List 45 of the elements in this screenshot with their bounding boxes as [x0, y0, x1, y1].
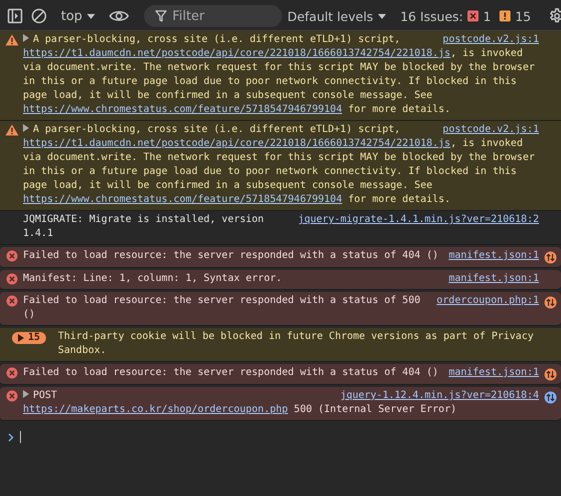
triangle-icon	[18, 334, 24, 342]
error-issue-icon	[467, 10, 480, 22]
warning-issue-icon	[499, 10, 512, 22]
caret-icon	[378, 14, 386, 18]
message-text: JQMIGRATE: Migrate is installed, version 1.4.1	[23, 213, 265, 241]
source-link[interactable]: manifest.json:1	[448, 249, 539, 263]
issues-button[interactable]: 16 Issues: 1 15	[397, 6, 538, 26]
url-link[interactable]: https://www.chromestatus.com/feature/5718547946799104	[23, 104, 342, 115]
context-dropdown[interactable]: top	[58, 6, 98, 26]
message-text: A parser-blocking, cross site (i.e. different eTLD+1) script, postcode.v2.js:1 https://t1.daumcdn.net/postcode/api/core/221018/1666013742754/221018.js, is invoked via document.write. The network request for this script MAY be blocked by the browser in this or a future page load due to poor network connectivity. If blocked in this page load, it will be confirmed in a subsequent console message. See https://www.chromestatus.com/feature/5718547946799104 for more details.	[23, 123, 539, 207]
message-text: Failed to load resource: the server responded with a status of 404 ()	[23, 249, 439, 263]
sidebar-icon	[7, 8, 23, 24]
url-link[interactable]: https://t1.daumcdn.net/postcode/api/core/221018/1666013742754/221018.js	[23, 138, 450, 149]
error-icon	[6, 273, 18, 285]
error-icon	[6, 367, 18, 379]
message-text: A parser-blocking, cross site (i.e. different eTLD+1) script, postcode.v2.js:1 https://t1.daumcdn.net/postcode/api/core/221018/1666013742754/221018.js, is invoked via document.write. The network request for this script MAY be blocked by the browser in this or a future page load due to poor network connectivity. If blocked in this page load, it will be confirmed in a subsequent console message. See https://www.chromestatus.com/feature/5718547946799104 for more details.	[23, 33, 539, 117]
error-icon	[6, 250, 18, 262]
caret-icon	[87, 14, 96, 18]
message-text: Third-party cookie will be blocked in future Chrome versions as part of Privacy Sandbox.	[58, 330, 535, 358]
url-link[interactable]: https://www.chromestatus.com/feature/5718547946799104	[23, 194, 342, 205]
eye-icon	[109, 9, 130, 23]
filter-icon	[155, 10, 168, 22]
filter-field[interactable]: Filter	[144, 5, 282, 27]
url-link[interactable]: https://makeparts.co.kr/shop/ordercoupon.php	[23, 404, 288, 415]
error-icon	[6, 295, 18, 307]
source-link[interactable]: jquery-1.12.4.min.js?ver=210618:4	[340, 389, 539, 403]
source-link[interactable]: manifest.json:1	[448, 366, 539, 380]
warning-icon	[4, 124, 18, 136]
message-text: POST jquery-1.12.4.min.js?ver=210618:4 https://makeparts.co.kr/shop/ordercoupon.php 500 (Internal Server Error)	[23, 389, 539, 417]
message-text: Manifest: Line: 1, column: 1, Syntax error.	[23, 272, 283, 286]
source-link[interactable]: postcode.v2.js:1	[442, 123, 539, 137]
message-text: Failed to load resource: the server responded with a status of 404 ()	[23, 366, 439, 380]
clear-icon	[31, 8, 47, 24]
chevron-icon	[8, 432, 14, 442]
source-link[interactable]: jquery-migrate-1.4.1.min.js?ver=210618:2	[298, 213, 539, 227]
settings-icon	[549, 8, 561, 24]
url-link[interactable]: https://t1.daumcdn.net/postcode/api/core/221018/1666013742754/221018.js	[23, 48, 450, 59]
error-icon	[6, 390, 18, 402]
source-link[interactable]: ordercoupon.php:1	[436, 294, 539, 308]
log-levels-dropdown[interactable]: Default levels	[284, 6, 390, 26]
message-text: Failed to load resource: the server responded with a status of 500 ()	[23, 294, 422, 322]
source-link[interactable]: postcode.v2.js:1	[442, 33, 539, 47]
issue-count-badge[interactable]: 15	[12, 332, 46, 344]
warning-icon	[4, 34, 18, 46]
source-link[interactable]: manifest.json:1	[448, 272, 539, 286]
